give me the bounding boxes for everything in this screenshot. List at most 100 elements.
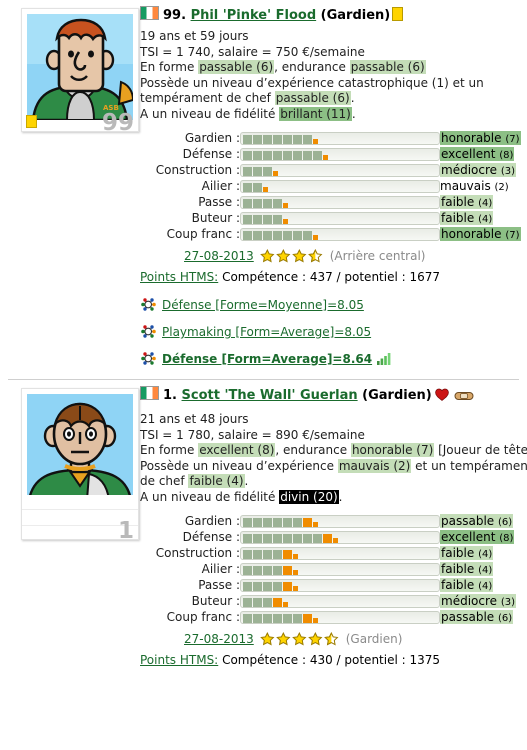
skill-block <box>263 230 272 240</box>
skill-row: Gardien : honorable (7) <box>140 130 521 146</box>
htms-label-link[interactable]: Points HTMS: <box>140 653 218 667</box>
skill-bar <box>240 578 440 592</box>
skill-block <box>253 230 262 240</box>
experience-value: mauvais (2) <box>337 458 412 473</box>
heart-icon <box>434 388 449 406</box>
player-date-link[interactable]: 27-08-2013 <box>184 632 254 646</box>
player-date-row: 27-08-2013 (Arrière central) <box>140 248 527 268</box>
player-name-link[interactable]: Scott 'The Wall' Guerlan <box>182 388 358 403</box>
skill-label: Buteur : <box>191 211 240 225</box>
player-face-image: ASB <box>27 14 133 120</box>
skill-block <box>243 182 252 192</box>
skill-block <box>243 581 252 591</box>
player-form-line: En forme excellent (8), endurance honora… <box>140 443 527 457</box>
player-date-link[interactable]: 27-08-2013 <box>184 249 254 263</box>
skill-row: Construction : médiocre (3) <box>140 162 521 178</box>
player-name-line: 1. Scott 'The Wall' Guerlan (Gardien) <box>140 386 527 407</box>
skill-block-partial <box>293 553 298 559</box>
skill-block <box>263 198 272 208</box>
skill-block-partial <box>283 202 288 208</box>
player-experience-line: Possède un niveau d’expérience mauvais (… <box>140 458 527 473</box>
skill-bar <box>240 147 440 161</box>
player-details: 21 ans et 48 jours TSI = 1 780, salaire =… <box>140 412 527 505</box>
htms-value: Compétence : 430 / potentiel : 1375 <box>222 653 441 667</box>
player-info: 99. Phil 'Pinke' Flood (Gardien) 19 ans … <box>140 0 527 367</box>
player-rank: 99. <box>163 8 187 23</box>
skill-block-partial <box>313 234 318 240</box>
skill-block <box>253 581 262 591</box>
avatar-frame[interactable]: ASB 99 <box>21 8 139 132</box>
skill-block <box>263 150 272 160</box>
skill-value-text: médiocre (3) <box>440 594 517 608</box>
skill-block <box>293 134 302 144</box>
skill-row: Ailier : mauvais (2) <box>140 178 521 194</box>
skill-bar <box>240 546 440 560</box>
skill-value: passable (6) <box>440 513 516 529</box>
avatar-frame[interactable]: 1 <box>21 388 139 540</box>
skill-value: faible (4) <box>440 545 516 561</box>
skill-value-text: excellent (8) <box>440 147 515 161</box>
skill-block-partial <box>333 537 338 543</box>
player-position: (Gardien) <box>320 8 391 23</box>
skill-block-bonus <box>303 517 312 527</box>
player-note: Playmaking [Form=Average]=8.05 <box>140 324 527 340</box>
bar-chart-icon <box>377 352 391 365</box>
skill-block <box>283 533 292 543</box>
skill-bar <box>240 179 440 193</box>
skill-block-partial <box>323 154 328 160</box>
form-value: passable (6) <box>198 60 275 74</box>
player-date-row: 27-08-2013 (Gardien) <box>140 631 527 651</box>
skill-block <box>303 230 312 240</box>
player-note-link[interactable]: Défense [Form=Average]=8.64 <box>162 352 372 366</box>
network-node-icon <box>140 324 157 339</box>
skill-block <box>243 517 252 527</box>
skill-block <box>263 549 272 559</box>
skill-label: Buteur : <box>191 594 240 608</box>
skill-row: Ailier : faible (4) <box>140 561 516 577</box>
skill-block <box>273 214 282 224</box>
player-name-link[interactable]: Phil 'Pinke' Flood <box>191 8 317 23</box>
skill-value-text: mauvais (2) <box>440 179 509 193</box>
skill-block <box>273 565 282 575</box>
skill-value-text: faible (4) <box>440 546 494 560</box>
skill-block <box>293 533 302 543</box>
skill-value: faible (4) <box>440 210 521 226</box>
skill-block <box>253 214 262 224</box>
skill-block <box>263 581 272 591</box>
ireland-flag-icon <box>140 6 159 20</box>
skill-value: mauvais (2) <box>440 178 521 194</box>
player-note-link[interactable]: Playmaking [Form=Average]=8.05 <box>162 325 371 339</box>
loyalty-value: brillant (11) <box>279 106 352 121</box>
skill-block <box>263 533 272 543</box>
yellow-card-badge-icon <box>392 7 404 21</box>
skill-block <box>283 613 292 623</box>
skill-block <box>293 613 302 623</box>
player-info: 1. Scott 'The Wall' Guerlan (Gardien) 21… <box>140 380 527 669</box>
skill-block <box>283 150 292 160</box>
skill-block <box>263 565 272 575</box>
player-note: Défense [Forme=Moyenne]=8.05 <box>140 297 527 313</box>
skill-block <box>313 150 322 160</box>
skill-block <box>293 230 302 240</box>
skill-block-partial <box>273 170 278 176</box>
skill-bar-cell <box>240 226 440 242</box>
skill-block <box>253 565 262 575</box>
skill-block <box>243 198 252 208</box>
jersey-number: 1 <box>117 518 134 540</box>
skill-row: Coup franc : honorable (7) <box>140 226 521 242</box>
skill-block <box>253 198 262 208</box>
skill-block <box>263 214 272 224</box>
player-note-link[interactable]: Défense [Forme=Moyenne]=8.05 <box>162 298 364 312</box>
skill-block <box>263 613 272 623</box>
yellow-card-icon <box>26 115 37 128</box>
skill-label: Ailier : <box>201 179 240 193</box>
skill-block <box>273 581 282 591</box>
skill-bar <box>240 610 440 624</box>
skill-bar <box>240 211 440 225</box>
skill-block <box>253 517 262 527</box>
jersey-number: 99 <box>101 110 134 132</box>
skill-label: Construction : <box>155 546 240 560</box>
skill-block-bonus <box>303 613 312 623</box>
skill-block <box>283 517 292 527</box>
htms-label-link[interactable]: Points HTMS: <box>140 270 218 284</box>
